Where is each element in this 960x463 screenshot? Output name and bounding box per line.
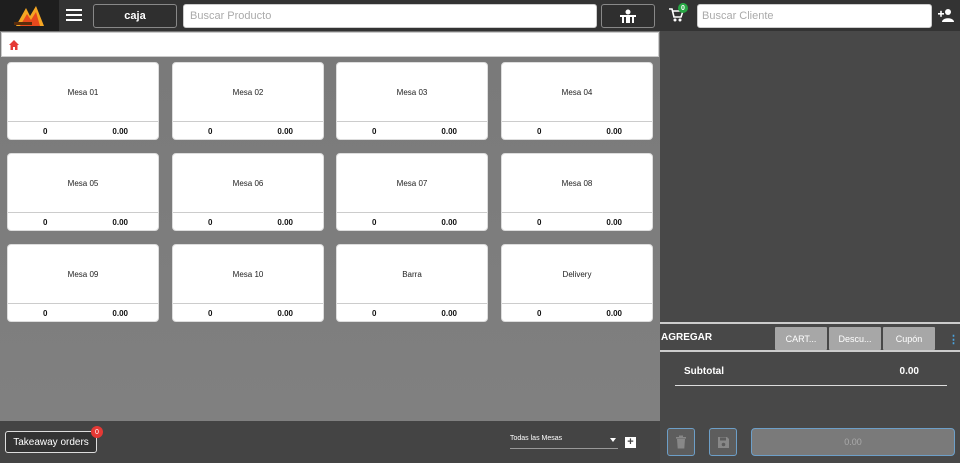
trash-icon [676,435,686,449]
takeaway-count-badge: 0 [91,426,103,438]
mesa-total: 0.00 [112,309,128,318]
mesa-total: 0.00 [606,309,622,318]
mesa-count: 0 [372,309,377,318]
mesa-name: Mesa 10 [232,269,264,279]
bottom-bar: Takeaway orders 0 Todas las Mesas + [0,421,660,463]
mesa-count: 0 [372,218,377,227]
mesa-card[interactable]: Mesa 03 0 0.00 [336,62,488,140]
mesa-total: 0.00 [606,218,622,227]
mesa-total: 0.00 [112,127,128,136]
mesa-count: 0 [537,127,542,136]
caja-button[interactable]: caja [93,4,177,28]
breadcrumb [1,32,659,57]
divider [675,385,947,386]
mesa-name: Barra [402,269,422,279]
mesa-name: Mesa 09 [67,269,99,279]
mesa-card[interactable]: Mesa 02 0 0.00 [172,62,324,140]
mesa-card[interactable]: Mesa 07 0 0.00 [336,153,488,231]
mesa-card[interactable]: Mesa 08 0 0.00 [501,153,653,231]
agregar-bar: AGREGAR CART... Descu... Cupón ⋮ [660,322,960,352]
mesa-name: Mesa 02 [232,87,264,97]
waiter-button[interactable] [601,4,655,28]
search-client-input[interactable] [697,4,932,28]
mesa-total: 0.00 [112,218,128,227]
checkout-total-button[interactable]: 0.00 [751,428,955,456]
mesa-name: Mesa 04 [561,87,593,97]
mesa-total: 0.00 [606,127,622,136]
mesa-card[interactable]: Mesa 01 0 0.00 [7,62,159,140]
mesa-name: Mesa 05 [67,178,99,188]
mesa-count: 0 [43,218,48,227]
logo-icon [13,5,44,26]
subtotal-label: Subtotal [684,366,724,377]
mesa-card[interactable]: Barra 0 0.00 [336,244,488,322]
mesa-total: 0.00 [277,127,293,136]
subtotal-value: 0.00 [899,366,919,377]
add-user-icon[interactable] [938,8,954,22]
mesa-count: 0 [43,309,48,318]
mesa-count: 0 [43,127,48,136]
mesa-total: 0.00 [441,218,457,227]
mesa-count: 0 [537,309,542,318]
chevron-down-icon [610,438,616,442]
cart-count-badge: 0 [678,3,688,13]
coupon-chip-button[interactable]: Cupón [883,327,935,350]
cart-chip-button[interactable]: CART... [775,327,827,350]
mesa-name: Delivery [562,269,592,279]
mesa-card[interactable]: Mesa 10 0 0.00 [172,244,324,322]
mesa-total: 0.00 [441,309,457,318]
mesa-card[interactable]: Mesa 09 0 0.00 [7,244,159,322]
mesa-name: Mesa 06 [232,178,264,188]
save-order-button[interactable] [709,428,737,456]
home-icon[interactable] [8,39,20,51]
mesa-total: 0.00 [277,309,293,318]
mesa-card[interactable]: Mesa 06 0 0.00 [172,153,324,231]
mesa-count: 0 [372,127,377,136]
agregar-label: AGREGAR [661,332,713,343]
takeaway-orders-button[interactable]: Takeaway orders [5,431,97,453]
mesa-name: Mesa 07 [396,178,428,188]
mesa-name: Mesa 01 [67,87,99,97]
mesa-count: 0 [537,218,542,227]
search-product-input[interactable] [183,4,597,28]
save-icon [717,436,729,448]
mesas-filter-value: Todas las Mesas [510,435,563,442]
delete-order-button[interactable] [667,428,695,456]
menu-icon[interactable] [64,6,84,24]
mesa-total: 0.00 [441,127,457,136]
mesa-card[interactable]: Mesa 05 0 0.00 [7,153,159,231]
mesa-card[interactable]: Delivery 0 0.00 [501,244,653,322]
mesa-count: 0 [208,309,213,318]
waiter-table-icon [620,9,636,23]
mesa-name: Mesa 08 [561,178,593,188]
top-bar: caja 0 [0,0,960,31]
mesa-count: 0 [208,127,213,136]
mesa-total: 0.00 [277,218,293,227]
mesas-filter-select[interactable]: Todas las Mesas [510,435,618,449]
mesa-name: Mesa 03 [396,87,428,97]
info-icon[interactable]: ⋮ [948,333,959,346]
app-logo[interactable] [0,0,59,31]
mesa-count: 0 [208,218,213,227]
discount-chip-button[interactable]: Descu... [829,327,881,350]
mesa-card[interactable]: Mesa 04 0 0.00 [501,62,653,140]
add-mesa-button[interactable]: + [625,437,636,448]
order-panel: AGREGAR CART... Descu... Cupón ⋮ Subtota… [660,31,960,463]
mesas-grid: Mesa 01 0 0.00 Mesa 02 0 0.00 Mesa 03 0 0.0… [0,57,660,421]
